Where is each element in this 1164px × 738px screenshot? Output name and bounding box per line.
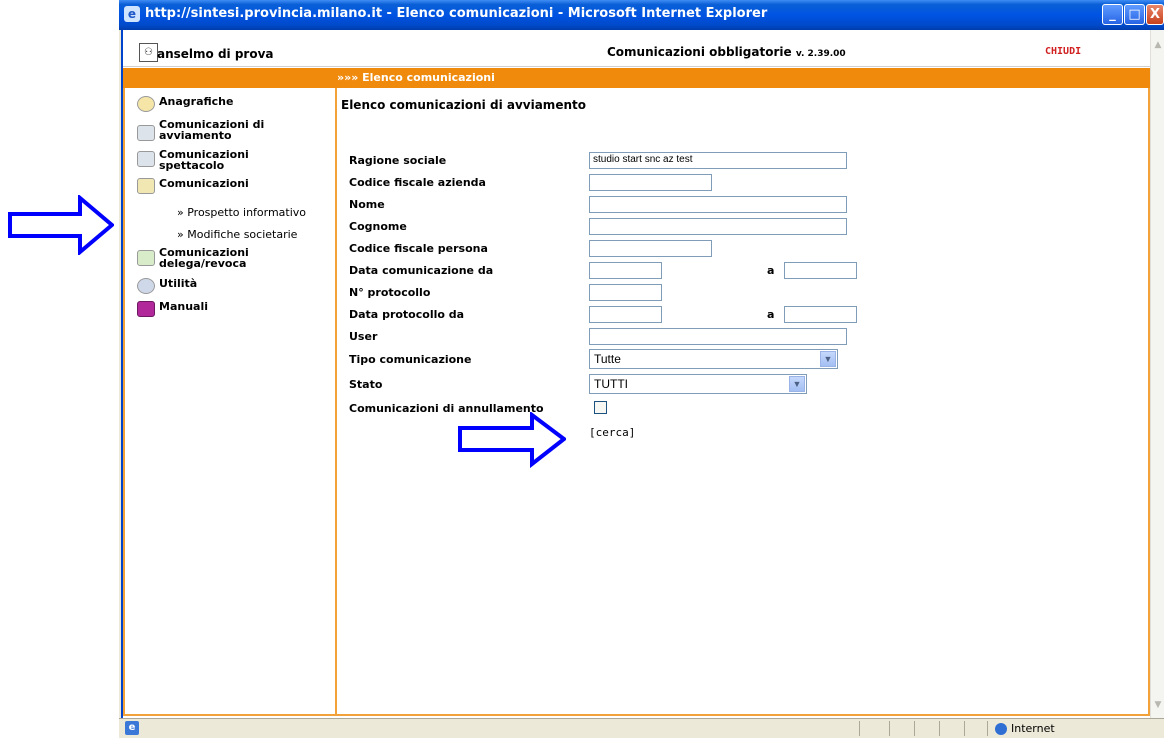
scrollbar[interactable]: ▲ ▼	[1150, 30, 1164, 718]
tipo-comunicazione-label: Tipo comunicazione	[349, 353, 472, 366]
sidebar-item-anagrafiche[interactable]: Anagrafiche	[137, 96, 233, 112]
document-icon	[137, 151, 155, 167]
data-comunicazione-da-input[interactable]	[589, 262, 662, 279]
nome-input[interactable]	[589, 196, 847, 213]
cognome-input[interactable]	[589, 218, 847, 235]
maximize-button[interactable]: □	[1124, 4, 1145, 25]
chevron-down-icon[interactable]: ▼	[789, 376, 805, 392]
page-content: ⚇ anselmo di prova Comunicazioni obbliga…	[121, 30, 1152, 718]
chevron-down-icon[interactable]: ▼	[820, 351, 836, 367]
user-label: User	[349, 330, 378, 343]
breadcrumb: »»» Elenco comunicazioni	[337, 71, 495, 84]
data-comunicazione-a-input[interactable]	[784, 262, 857, 279]
document-icon	[137, 178, 155, 194]
status-separator	[859, 721, 860, 736]
cf-azienda-label: Codice fiscale azienda	[349, 176, 486, 189]
close-window-button[interactable]: X	[1146, 4, 1164, 25]
user-icon: ⚇	[139, 43, 158, 62]
sidebar-item-utilita[interactable]: Utilità	[137, 278, 197, 294]
tipo-comunicazione-value: Tutte	[594, 352, 621, 366]
internet-explorer-icon: e	[124, 6, 140, 22]
sidebar-subitem-prospetto[interactable]: » Prospetto informativo	[177, 206, 306, 219]
status-bar: e Internet	[119, 718, 1164, 738]
cognome-label: Cognome	[349, 220, 407, 233]
stato-select[interactable]: TUTTI ▼	[589, 374, 807, 394]
stato-value: TUTTI	[594, 377, 628, 391]
sidebar-item-manuali[interactable]: Manuali	[137, 301, 208, 317]
protocollo-label: N° protocollo	[349, 286, 431, 299]
window-title: http://sintesi.provincia.milano.it - Ele…	[145, 6, 768, 21]
sidebar-item-avviamento[interactable]: Comunicazioni di avviamento	[137, 119, 287, 141]
data-comunicazione-a-label: a	[767, 264, 775, 277]
ragione-sociale-label: Ragione sociale	[349, 154, 447, 167]
browser-window: e http://sintesi.provincia.milano.it - E…	[119, 0, 1164, 738]
cerca-link[interactable]: [cerca]	[589, 426, 635, 439]
status-separator	[987, 721, 988, 736]
breadcrumb-bar: »»» Elenco comunicazioni	[123, 68, 1152, 88]
sidebar-item-delega[interactable]: Comunicazioni delega/revoca	[137, 247, 287, 269]
tipo-comunicazione-select[interactable]: Tutte ▼	[589, 349, 838, 369]
annotation-arrow-cerca	[458, 412, 566, 468]
sidebar-item-label: Comunicazioni di avviamento	[159, 118, 265, 142]
sidebar-subitem-modifiche[interactable]: » Modifiche societarie	[177, 228, 297, 241]
minimize-button[interactable]: _	[1102, 4, 1123, 25]
status-separator	[889, 721, 890, 736]
user-input[interactable]	[589, 328, 847, 345]
status-separator	[939, 721, 940, 736]
chiudi-link[interactable]: CHIUDI	[1045, 46, 1081, 57]
status-separator	[914, 721, 915, 736]
annotation-arrow-left	[8, 195, 114, 255]
data-protocollo-da-input[interactable]	[589, 306, 662, 323]
sidebar-item-label: Comunicazioni spettacolo	[159, 148, 249, 172]
app-header: ⚇ anselmo di prova Comunicazioni obbliga…	[123, 42, 1152, 67]
sidebar-item-spettacolo[interactable]: Comunicazioni spettacolo	[137, 149, 287, 171]
ragione-sociale-input[interactable]: studio start snc az test	[589, 152, 847, 169]
cf-persona-input[interactable]	[589, 240, 712, 257]
tools-icon	[137, 278, 155, 294]
page-title: Elenco comunicazioni di avviamento	[341, 98, 586, 112]
data-protocollo-a-label: a	[767, 308, 775, 321]
protocollo-input[interactable]	[589, 284, 662, 301]
books-icon	[137, 301, 155, 317]
user-name: anselmo di prova	[157, 47, 274, 61]
folder-icon	[137, 96, 155, 112]
globe-icon	[995, 723, 1007, 735]
data-protocollo-label: Data protocollo da	[349, 308, 465, 321]
content-frame: Anagrafiche Comunicazioni di avviamento …	[123, 88, 1150, 716]
status-separator	[964, 721, 965, 736]
title-bar: e http://sintesi.provincia.milano.it - E…	[119, 0, 1164, 30]
scroll-up-icon[interactable]: ▲	[1151, 40, 1164, 54]
data-protocollo-a-input[interactable]	[784, 306, 857, 323]
app-version: v. 2.39.00	[795, 49, 846, 59]
scroll-down-icon[interactable]: ▼	[1151, 700, 1164, 714]
cf-azienda-input[interactable]	[589, 174, 712, 191]
sidebar: Anagrafiche Comunicazioni di avviamento …	[125, 88, 337, 714]
data-comunicazione-label: Data comunicazione da	[349, 264, 494, 277]
app-title-text: Comunicazioni obbligatorie	[607, 45, 792, 59]
annullamento-checkbox[interactable]	[594, 401, 607, 414]
delegation-icon	[137, 250, 155, 266]
sidebar-item-label: Comunicazioni delega/revoca	[159, 246, 249, 270]
sidebar-item-label: Comunicazioni	[159, 177, 249, 190]
cf-persona-label: Codice fiscale persona	[349, 242, 488, 255]
document-icon	[137, 125, 155, 141]
main-panel: Elenco comunicazioni di avviamento Ragio…	[337, 88, 1148, 714]
sidebar-item-label: Utilità	[159, 277, 198, 290]
security-zone: Internet	[1011, 722, 1055, 735]
page-status-icon: e	[125, 721, 139, 735]
app-title: Comunicazioni obbligatorie v. 2.39.00	[607, 45, 846, 59]
stato-label: Stato	[349, 378, 383, 391]
nome-label: Nome	[349, 198, 385, 211]
sidebar-item-comunicazioni[interactable]: Comunicazioni	[137, 178, 249, 194]
sidebar-item-label: Manuali	[159, 300, 208, 313]
sidebar-item-label: Anagrafiche	[159, 95, 234, 108]
